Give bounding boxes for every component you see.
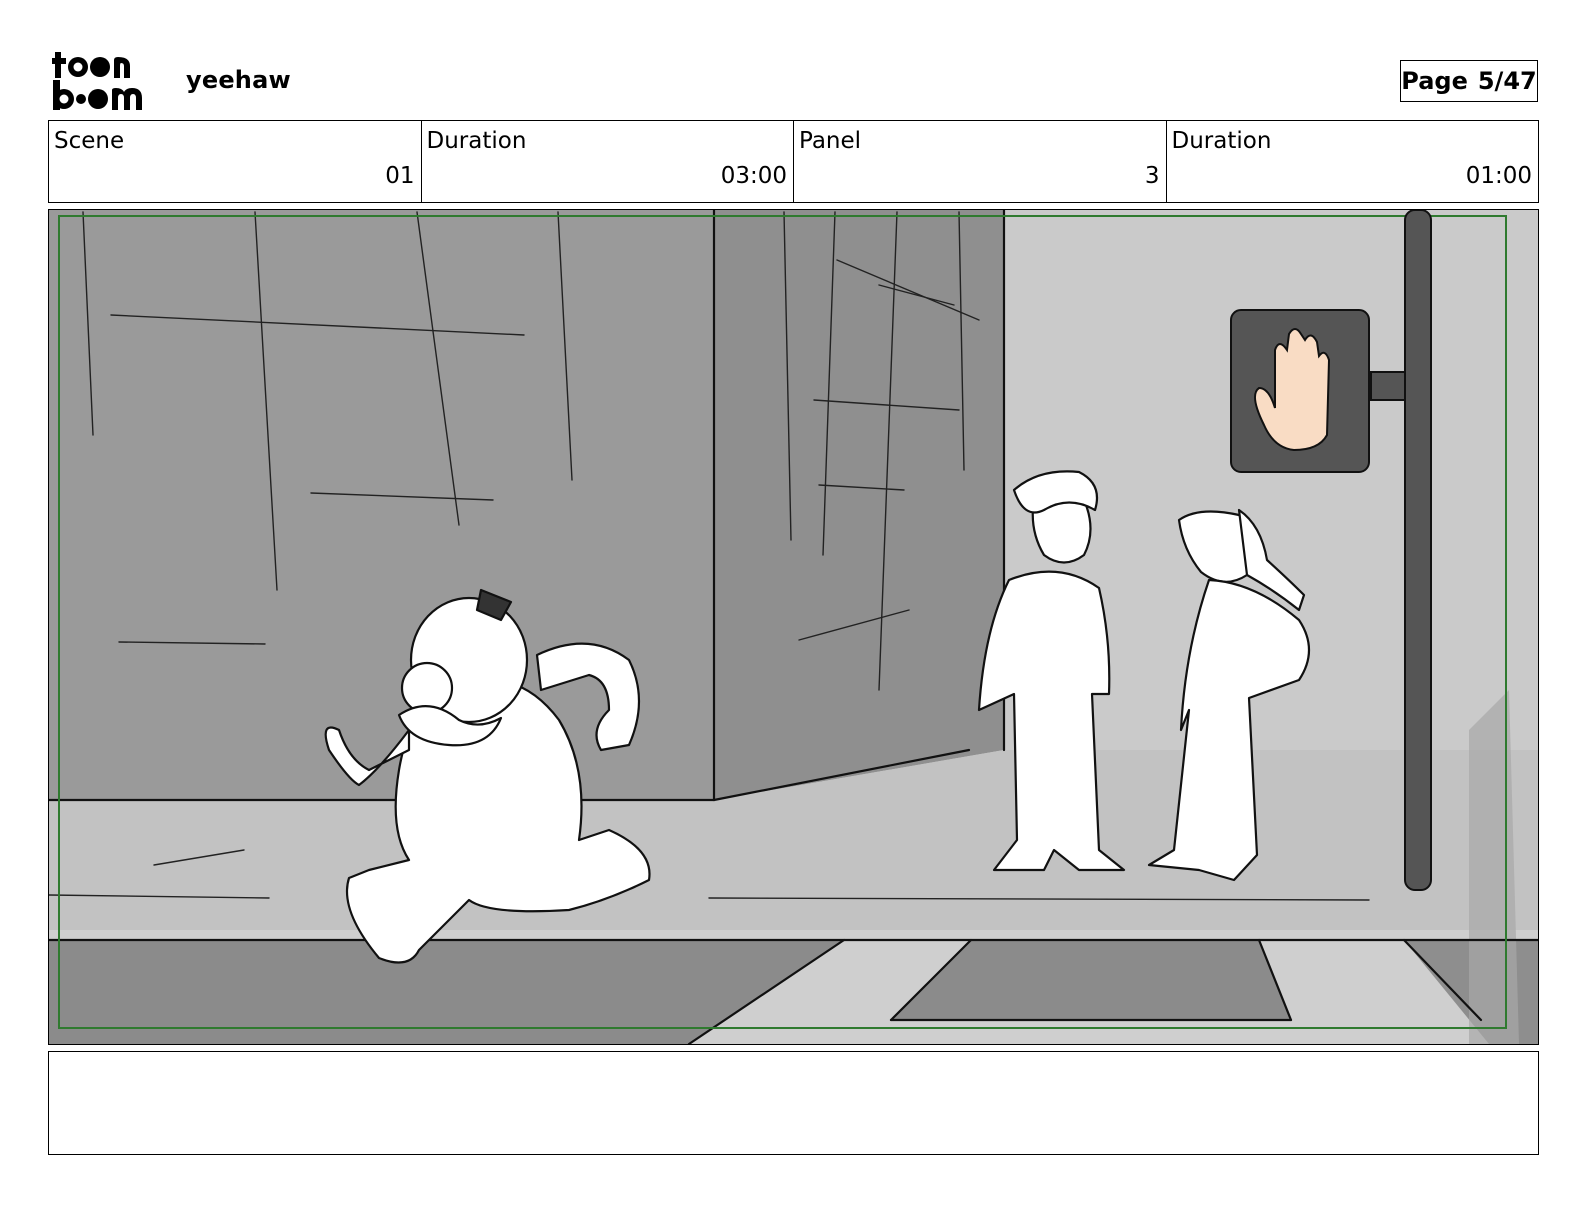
panel-duration-cell: Duration 01:00 xyxy=(1167,121,1539,202)
scene-value: 01 xyxy=(385,163,415,189)
panel-duration-label: Duration xyxy=(1171,128,1272,154)
logo-toon xyxy=(52,52,130,78)
signal-pole xyxy=(1404,210,1432,891)
panel-sketch xyxy=(49,210,1538,1044)
panel-info-table: Scene 01 Duration 03:00 Panel 3 Duration… xyxy=(48,120,1539,203)
page-indicator: Page 5/47 xyxy=(1400,60,1538,102)
scene-label: Scene xyxy=(54,128,125,154)
scene-duration-cell: Duration 03:00 xyxy=(422,121,794,202)
toon-boom-logo xyxy=(52,52,142,110)
logo-boom xyxy=(53,80,142,110)
storyboard-panel xyxy=(48,209,1539,1045)
page-value: 5/47 xyxy=(1477,67,1537,95)
project-title: yeehaw xyxy=(186,66,291,94)
scene-duration-value: 03:00 xyxy=(720,163,787,189)
panel-duration-value: 01:00 xyxy=(1465,163,1532,189)
page-label: Page xyxy=(1401,67,1468,95)
panel-label: Panel xyxy=(799,128,862,154)
scene-cell: Scene 01 xyxy=(49,121,422,202)
panel-cell: Panel 3 xyxy=(794,121,1167,202)
scene-duration-label: Duration xyxy=(426,128,527,154)
panel-notes[interactable] xyxy=(48,1051,1539,1155)
panel-value: 3 xyxy=(1144,163,1160,189)
